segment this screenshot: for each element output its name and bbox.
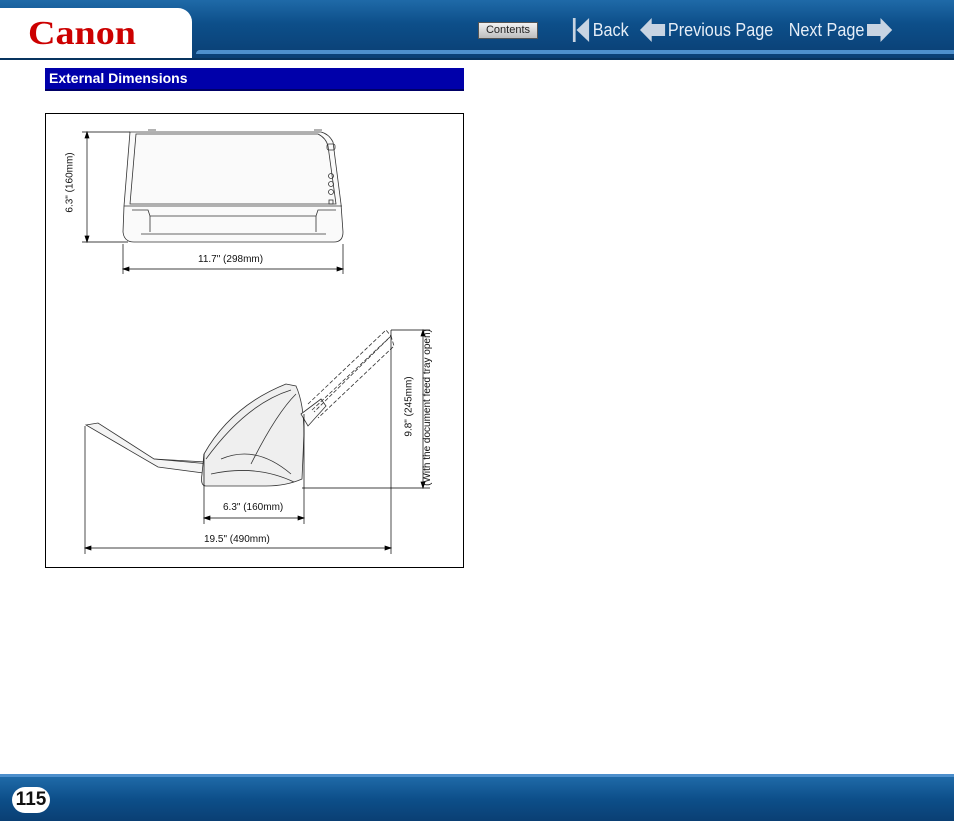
header-strip	[196, 50, 954, 54]
next-page-label: Next Page	[788, 19, 865, 40]
back-label: Back	[592, 19, 629, 40]
dimensions-figure: 6.3" (160mm) 11.7" (298mm) 6.3" (160mm) …	[45, 113, 464, 568]
section-title: External Dimensions	[45, 68, 464, 91]
scanner-drawing	[82, 129, 430, 554]
back-button[interactable]: Back	[572, 16, 631, 44]
canon-logo: Canon	[28, 15, 136, 52]
arrow-left-icon	[640, 18, 666, 42]
top-width-label: 11.7" (298mm)	[198, 254, 264, 265]
side-total-label: 19.5" (490mm)	[204, 534, 270, 545]
side-height-note: (With the document feed tray open)	[421, 329, 433, 486]
page-number-badge: 115	[12, 787, 50, 813]
footer-bar: 115	[0, 774, 954, 821]
next-page-button[interactable]: Next Page	[786, 16, 893, 44]
previous-page-button[interactable]: Previous Page	[640, 16, 776, 44]
contents-button[interactable]: Contents	[478, 22, 538, 39]
header-bar: Canon Contents Back Previous Page Next P…	[0, 0, 954, 60]
side-height-label: 9.8" (245mm)	[403, 376, 415, 437]
side-depth-label: 6.3" (160mm)	[223, 502, 284, 513]
previous-page-label: Previous Page	[667, 19, 774, 40]
logo-tab: Canon	[0, 8, 192, 58]
back-icon	[572, 18, 590, 42]
arrow-right-icon	[867, 18, 893, 42]
top-height-label: 6.3" (160mm)	[64, 152, 76, 213]
